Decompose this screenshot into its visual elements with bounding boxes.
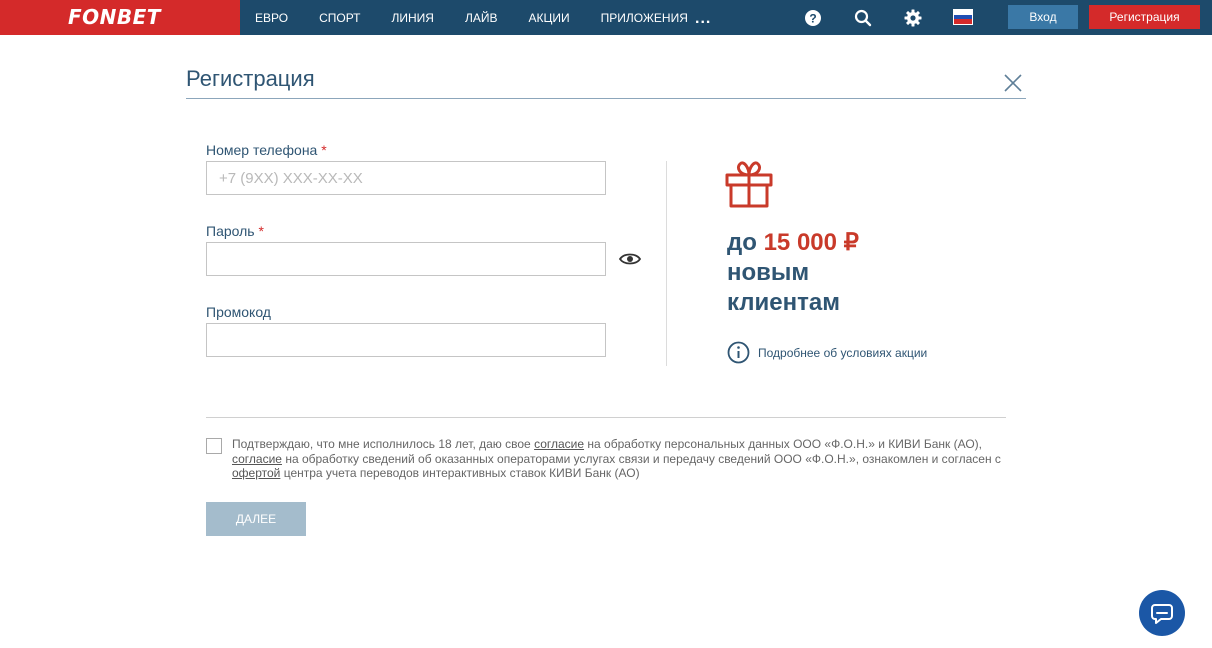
password-input[interactable] <box>206 242 606 276</box>
close-icon[interactable] <box>1002 72 1024 94</box>
nav-item-line[interactable]: ЛИНИЯ <box>392 11 434 25</box>
search-icon[interactable] <box>853 8 873 28</box>
bonus-line-2: новым <box>727 259 810 286</box>
modal-title: Регистрация <box>186 66 315 91</box>
password-label-text: Пароль <box>206 223 255 239</box>
russia-flag-icon[interactable] <box>953 9 973 25</box>
login-button[interactable]: Вход <box>1008 5 1078 29</box>
gear-icon[interactable] <box>903 8 923 28</box>
nav-item-apps[interactable]: ПРИЛОЖЕНИЯ <box>601 11 688 25</box>
logo[interactable]: FONBET <box>0 0 240 35</box>
password-label: Пароль * <box>206 223 264 239</box>
info-icon[interactable] <box>727 341 750 364</box>
nav-item-live[interactable]: ЛАЙВ <box>465 11 498 25</box>
required-mark: * <box>321 142 327 158</box>
consent-text-2: на обработку персональных данных ООО «Ф.… <box>584 437 983 451</box>
gift-icon <box>724 159 774 209</box>
next-button[interactable]: ДАЛЕЕ <box>206 502 306 536</box>
consent-checkbox[interactable] <box>206 438 222 454</box>
main-nav: ЕВРО СПОРТ ЛИНИЯ ЛАЙВ АКЦИИ ПРИЛОЖЕНИЯ <box>255 0 719 35</box>
chat-icon <box>1151 604 1173 624</box>
nav-more-button[interactable]: ... <box>695 10 711 28</box>
promo-code-label: Промокод <box>206 304 271 320</box>
promo-code-input[interactable] <box>206 323 606 357</box>
title-divider <box>186 98 1026 99</box>
offer-link[interactable]: офертой <box>232 466 280 480</box>
consent-text: Подтверждаю, что мне исполнилось 18 лет,… <box>232 437 1002 481</box>
promo-terms-link[interactable]: Подробнее об условиях акции <box>758 346 927 360</box>
phone-label-text: Номер телефона <box>206 142 318 158</box>
help-icon[interactable]: ? <box>803 8 823 28</box>
consent-text-1: Подтверждаю, что мне исполнилось 18 лет,… <box>232 437 535 451</box>
bonus-prefix: до <box>727 229 757 256</box>
bonus-headline: до 15 000 ₽ <box>727 228 859 257</box>
consent-link-personal-data[interactable]: согласие <box>534 437 584 451</box>
required-mark: * <box>258 223 264 239</box>
nav-item-euro[interactable]: ЕВРО <box>255 11 288 25</box>
logo-text[interactable]: FONBET <box>68 5 161 29</box>
chat-button[interactable] <box>1139 590 1185 636</box>
eye-icon[interactable] <box>618 250 642 268</box>
phone-input[interactable] <box>206 161 606 195</box>
bonus-amount: 15 000 ₽ <box>763 229 859 256</box>
top-navigation-bar: FONBET ЕВРО СПОРТ ЛИНИЯ ЛАЙВ АКЦИИ ПРИЛО… <box>0 0 1212 35</box>
horizontal-divider <box>206 417 1006 418</box>
register-button[interactable]: Регистрация <box>1089 5 1200 29</box>
vertical-divider <box>666 161 667 366</box>
svg-text:?: ? <box>809 12 816 26</box>
bonus-line-3: клиентам <box>727 289 841 316</box>
phone-label: Номер телефона * <box>206 142 327 158</box>
consent-text-3: на обработку сведений об оказанных опера… <box>281 451 1001 466</box>
nav-item-promotions[interactable]: АКЦИИ <box>529 11 570 25</box>
nav-item-sport[interactable]: СПОРТ <box>319 11 360 25</box>
consent-text-4: центра учета переводов интерактивных ста… <box>280 466 640 480</box>
consent-link-telecom-data[interactable]: согласие <box>232 452 282 466</box>
